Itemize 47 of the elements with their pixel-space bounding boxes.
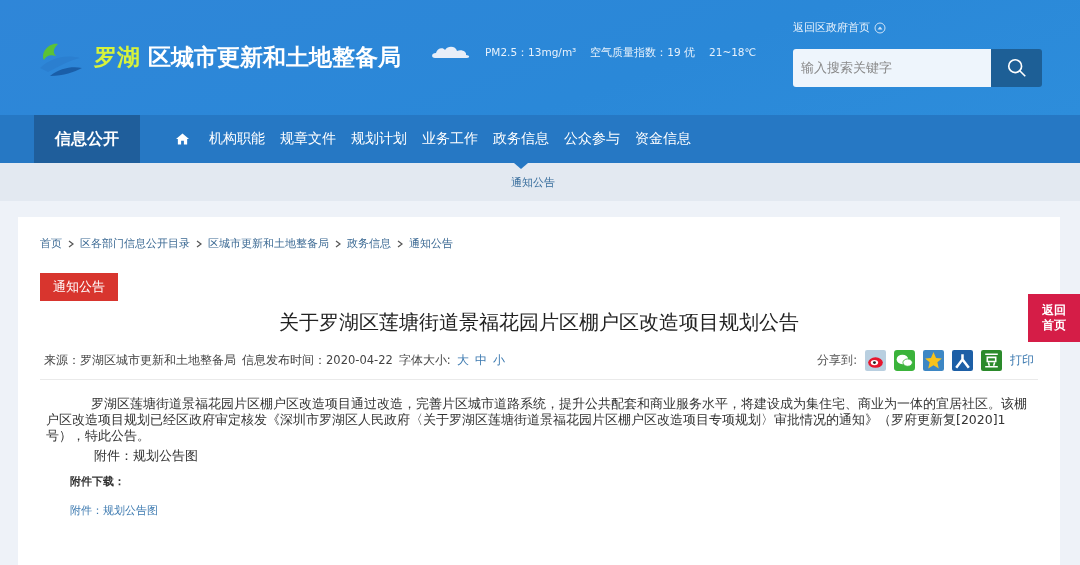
chevron-icon [196, 239, 202, 248]
gov-home-link[interactable]: 返回区政府首页 [793, 20, 870, 35]
pm25-reading: PM2.5：13mg/m³ [485, 45, 577, 60]
search-field[interactable]: 输入搜索关键字 [793, 48, 991, 87]
breadcrumb-link[interactable]: 区各部门信息公开目录 [80, 236, 190, 251]
logo-text: 罗湖 [94, 43, 140, 72]
share-label: 分享到: [817, 353, 857, 368]
person-icon[interactable] [952, 350, 973, 371]
chat-bubbles-icon[interactable] [894, 350, 915, 371]
attachment-note: 附件：规划公告图 [93, 447, 199, 465]
nav-tab[interactable]: 规章文件 [280, 115, 336, 163]
font-size-label: 字体大小: [398, 353, 451, 368]
breadcrumb-link[interactable]: 通知公告 [409, 236, 453, 251]
section-title: 信息公开 [34, 115, 140, 163]
font-size-link[interactable]: 中 [474, 353, 487, 368]
article-body: 罗湖区莲塘街道景福花园片区棚户区改造项目通过改造，完善片区城市道路系统，提升公共配套和商业服务水平，将建设成为集住宅、商业为一体的宜居社区。该棚户区改造项目规划已经区政府审定核发《深圳市罗湖区人民政府〈关于罗湖区莲塘街道景福花园片区棚户区改造项目专项规划〉审批情况的通知》（罗府更新复[2020]1号），特此公告。 [45, 396, 1028, 444]
nav-tab[interactable]: 规划计划 [351, 115, 407, 163]
nav-tab[interactable]: 业务工作 [422, 115, 478, 163]
air-quality-reading: 空气质量指数：19 优 [590, 45, 696, 60]
print-link[interactable]: 打印 [1010, 353, 1034, 368]
nav-tab[interactable]: 公众参与 [564, 115, 620, 163]
article-title: 关于罗湖区莲塘街道景福花园片区棚户区改造项目规划公告 [278, 309, 800, 336]
bean-icon[interactable] [981, 350, 1002, 371]
back-home-button[interactable]: 返回首页 [1028, 294, 1080, 342]
chevron-icon [397, 239, 403, 248]
eye-icon[interactable] [865, 350, 886, 371]
breadcrumb-link[interactable]: 政务信息 [347, 236, 391, 251]
chevron-icon [68, 239, 74, 248]
font-size-link[interactable]: 大 [456, 353, 469, 368]
publish-date: 信息发布时间：2020-04-22 [242, 353, 393, 368]
nav-tab[interactable]: 资金信息 [635, 115, 691, 163]
chevron-icon [335, 239, 341, 248]
font-size-link[interactable]: 小 [492, 353, 505, 368]
temperature-reading: 21~18℃ [709, 45, 757, 60]
star-icon[interactable] [923, 350, 944, 371]
category-label: 通知公告 [40, 273, 118, 301]
subnav-link[interactable]: 通知公告 [511, 174, 555, 190]
nav-tab[interactable]: 机构职能 [209, 115, 265, 163]
home-icon[interactable] [176, 133, 189, 145]
search-button[interactable] [991, 48, 1042, 87]
breadcrumb-link[interactable]: 区城市更新和土地整备局 [208, 236, 329, 251]
breadcrumb-link[interactable]: 首页 [40, 236, 62, 251]
search-icon [1005, 56, 1028, 79]
download-label: 附件下载： [69, 474, 126, 489]
attachment-link[interactable]: 附件：规划公告图 [40, 503, 1038, 518]
site-title: 区城市更新和土地整备局 [148, 43, 401, 72]
source-text: 来源：罗湖区城市更新和土地整备局 [44, 353, 236, 368]
